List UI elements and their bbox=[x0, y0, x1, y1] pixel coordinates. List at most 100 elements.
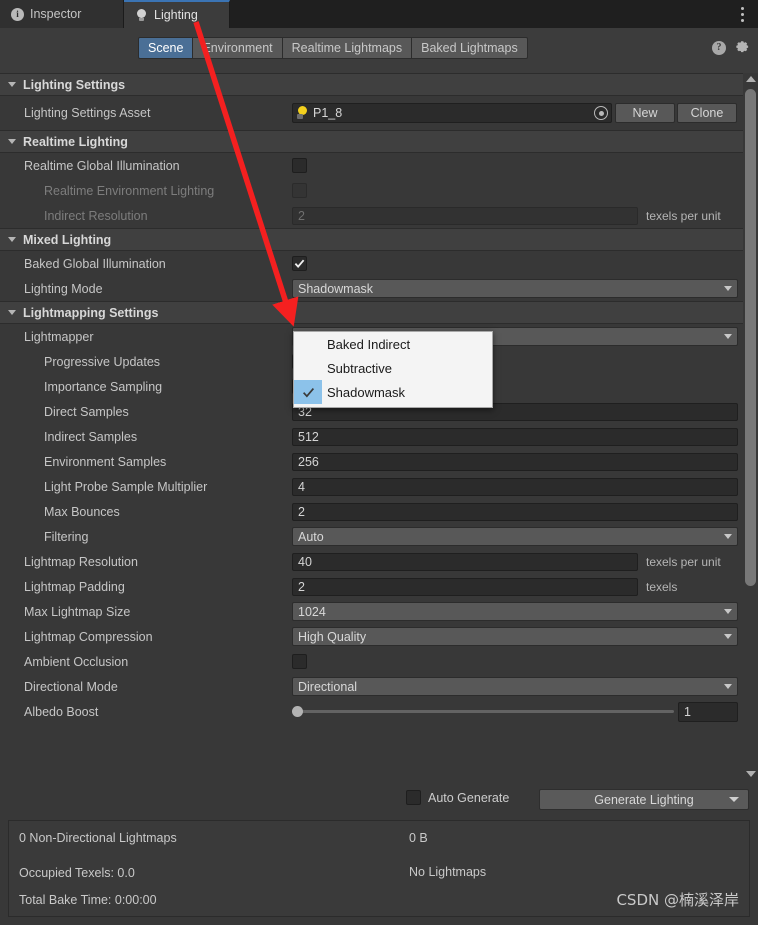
row-light-probe-sample-multiplier: Light Probe Sample Multiplier 4 bbox=[0, 474, 758, 499]
dropdown-option-subtractive[interactable]: Subtractive bbox=[294, 356, 492, 380]
mode-button-group: Scene Environment Realtime Lightmaps Bak… bbox=[138, 37, 528, 59]
row-label: Progressive Updates bbox=[44, 354, 161, 369]
field-value: 256 bbox=[298, 454, 319, 469]
section-header-lighting-settings[interactable]: Lighting Settings bbox=[0, 73, 758, 96]
realtime-gi-checkbox[interactable] bbox=[292, 158, 307, 173]
directional-mode-dropdown[interactable]: Directional bbox=[292, 677, 738, 696]
light-probe-sample-multiplier-input[interactable]: 4 bbox=[292, 477, 738, 496]
unit-label: texels per unit bbox=[646, 554, 721, 569]
option-check-slot bbox=[294, 380, 322, 404]
dropdown-value: Directional bbox=[298, 679, 358, 694]
field-value: 512 bbox=[298, 429, 319, 444]
tab-lighting[interactable]: Lighting bbox=[124, 0, 230, 28]
row-label: Baked Global Illumination bbox=[24, 256, 166, 271]
auto-generate-checkbox[interactable] bbox=[406, 790, 421, 805]
collapse-triangle-icon bbox=[8, 139, 16, 144]
ambient-occlusion-checkbox[interactable] bbox=[292, 654, 307, 669]
auto-generate-group: Auto Generate bbox=[406, 790, 509, 805]
gear-icon[interactable] bbox=[735, 40, 750, 55]
row-label: Indirect Resolution bbox=[44, 208, 148, 223]
clone-button[interactable]: Clone bbox=[677, 103, 737, 123]
row-label: Realtime Global Illumination bbox=[24, 158, 180, 173]
mode-button-environment[interactable]: Environment bbox=[193, 37, 283, 59]
row-label: Lightmap Resolution bbox=[24, 554, 138, 569]
mode-label: Baked Lightmaps bbox=[421, 41, 518, 55]
albedo-boost-slider[interactable] bbox=[292, 702, 674, 722]
baked-gi-checkbox[interactable] bbox=[292, 256, 307, 271]
max-lightmap-size-dropdown[interactable]: 1024 bbox=[292, 602, 738, 621]
realtime-environment-lighting-checkbox[interactable] bbox=[292, 183, 307, 198]
option-label: Shadowmask bbox=[327, 384, 406, 400]
lighting-window: i Inspector Lighting Scene Environment R… bbox=[0, 0, 758, 925]
dropdown-value: 1024 bbox=[298, 604, 326, 619]
scrollbar-thumb[interactable] bbox=[745, 89, 756, 586]
chevron-down-icon[interactable] bbox=[729, 797, 739, 802]
tab-lighting-label: Lighting bbox=[154, 8, 198, 22]
row-indirect-resolution: Indirect Resolution 2 texels per unit bbox=[0, 203, 758, 228]
scroll-up-arrow-icon[interactable] bbox=[746, 76, 756, 82]
dropdown-option-baked-indirect[interactable]: Baked Indirect bbox=[294, 332, 492, 356]
vertical-scrollbar[interactable] bbox=[743, 73, 758, 780]
lightmap-compression-dropdown[interactable]: High Quality bbox=[292, 627, 738, 646]
dropdown-option-shadowmask[interactable]: Shadowmask bbox=[294, 380, 492, 404]
object-picker-icon[interactable] bbox=[594, 106, 608, 120]
row-label: Lighting Settings Asset bbox=[24, 106, 151, 120]
clone-label: Clone bbox=[690, 106, 724, 120]
section-header-lightmapping-settings[interactable]: Lightmapping Settings bbox=[0, 301, 758, 324]
indirect-resolution-input[interactable]: 2 bbox=[292, 206, 638, 225]
row-label: Environment Samples bbox=[44, 454, 167, 469]
environment-samples-input[interactable]: 256 bbox=[292, 452, 738, 471]
mode-button-scene[interactable]: Scene bbox=[138, 37, 194, 59]
section-title: Mixed Lighting bbox=[23, 232, 112, 247]
tab-inspector[interactable]: i Inspector bbox=[0, 0, 124, 28]
lighting-mode-dropdown-menu: Baked Indirect Subtractive Shadowmask bbox=[293, 331, 493, 408]
row-baked-global-illumination: Baked Global Illumination bbox=[0, 251, 758, 276]
filtering-dropdown[interactable]: Auto bbox=[292, 527, 738, 546]
settings-panel: Lighting Settings Lighting Settings Asse… bbox=[0, 73, 758, 780]
watermark-text: CSDN @楠溪泽岸 bbox=[616, 891, 739, 909]
lighting-mode-dropdown[interactable]: Shadowmask bbox=[292, 279, 738, 298]
stat-no-lightmaps: No Lightmaps bbox=[409, 865, 487, 879]
row-label: Lighting Mode bbox=[24, 281, 103, 296]
unit-label: texels per unit bbox=[646, 208, 721, 223]
lighting-settings-asset-field[interactable]: P1_8 bbox=[292, 103, 612, 123]
option-label: Subtractive bbox=[327, 360, 393, 376]
chevron-down-icon bbox=[724, 609, 732, 614]
tab-inspector-label: Inspector bbox=[30, 7, 82, 21]
chevron-down-icon bbox=[724, 334, 732, 339]
generate-lighting-button[interactable]: Generate Lighting bbox=[539, 789, 749, 810]
asset-value: P1_8 bbox=[313, 106, 343, 120]
toolbar-icons: ? bbox=[712, 40, 750, 55]
help-icon[interactable]: ? bbox=[712, 40, 726, 55]
row-label: Lightmap Padding bbox=[24, 579, 125, 594]
row-label: Albedo Boost bbox=[24, 704, 99, 719]
section-header-mixed-lighting[interactable]: Mixed Lighting bbox=[0, 228, 758, 251]
max-bounces-input[interactable]: 2 bbox=[292, 502, 738, 521]
mode-button-baked-lightmaps[interactable]: Baked Lightmaps bbox=[412, 37, 528, 59]
row-label: Lightmapper bbox=[24, 329, 94, 344]
section-header-realtime-lighting[interactable]: Realtime Lighting bbox=[0, 130, 758, 153]
stat-lightmaps-count: 0 Non-Directional Lightmaps bbox=[19, 831, 177, 845]
lightbulb-asset-icon bbox=[296, 106, 310, 120]
mode-button-realtime-lightmaps[interactable]: Realtime Lightmaps bbox=[282, 37, 413, 59]
field-value: 4 bbox=[298, 479, 305, 494]
auto-generate-label: Auto Generate bbox=[428, 790, 510, 805]
albedo-boost-input[interactable]: 1 bbox=[678, 701, 738, 722]
new-button[interactable]: New bbox=[615, 103, 675, 123]
kebab-menu-icon[interactable] bbox=[734, 4, 750, 24]
row-label: Max Lightmap Size bbox=[24, 604, 131, 619]
chevron-down-icon bbox=[724, 684, 732, 689]
scroll-down-arrow-icon[interactable] bbox=[746, 771, 756, 777]
indirect-samples-input[interactable]: 512 bbox=[292, 427, 738, 446]
lightmap-resolution-input[interactable]: 40 bbox=[292, 552, 638, 571]
chevron-down-icon bbox=[724, 534, 732, 539]
row-label: Max Bounces bbox=[44, 504, 120, 519]
row-label: Lightmap Compression bbox=[24, 629, 153, 644]
row-label: Importance Sampling bbox=[44, 379, 163, 394]
row-ambient-occlusion: Ambient Occlusion bbox=[0, 649, 758, 674]
slider-handle[interactable] bbox=[292, 706, 303, 717]
stat-total-bake-time: Total Bake Time: 0:00:00 bbox=[19, 893, 157, 907]
lightmap-padding-input[interactable]: 2 bbox=[292, 577, 638, 596]
slider-track bbox=[292, 710, 674, 713]
row-environment-samples: Environment Samples 256 bbox=[0, 449, 758, 474]
